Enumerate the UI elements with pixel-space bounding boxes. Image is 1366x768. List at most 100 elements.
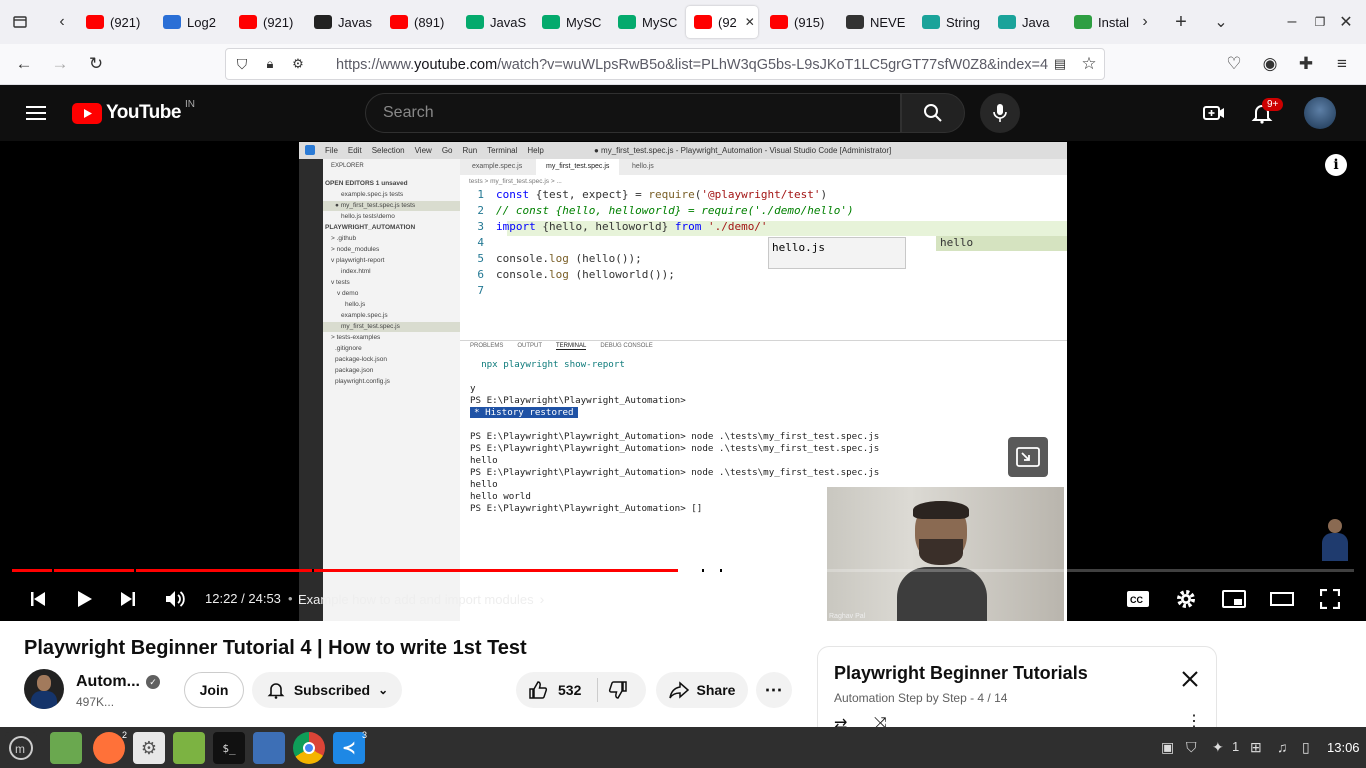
like-count[interactable]: 532 — [558, 682, 581, 698]
miniplayer-toggle-icon[interactable] — [1220, 585, 1248, 613]
files-icon[interactable] — [50, 732, 82, 764]
share-button[interactable]: Share — [656, 672, 748, 708]
browser-tab[interactable]: NEVE — [838, 6, 906, 38]
youtube-icon — [86, 15, 104, 29]
vscode-icon[interactable]: ≺ 3 — [333, 730, 367, 764]
video-details: Playwright Beginner Tutorial 4 | How to … — [0, 621, 1366, 734]
theater-mode-icon[interactable] — [1268, 585, 1296, 613]
mint-menu-icon[interactable]: m — [5, 732, 37, 764]
close-tab-icon[interactable]: ✕ — [745, 15, 755, 29]
chapter-button[interactable]: Example how to add and import modules › — [298, 591, 544, 607]
progress-bar[interactable] — [12, 569, 1354, 572]
list-all-tabs-icon[interactable] — [8, 10, 32, 34]
create-video-icon[interactable] — [1202, 101, 1226, 130]
bookmark-star-icon[interactable]: ☆ — [1077, 52, 1101, 76]
browser-tab-label: (921) — [110, 14, 141, 30]
join-button[interactable]: Join — [184, 672, 244, 708]
more-actions-button[interactable]: ⋯ — [756, 672, 792, 708]
code-editor: 1 const {test, expect} = require('@playwr… — [460, 187, 1067, 337]
previous-video-icon[interactable] — [24, 585, 52, 613]
svg-text:m: m — [15, 742, 25, 756]
clock[interactable]: 13:06 — [1327, 740, 1360, 755]
chrome-icon[interactable] — [293, 732, 325, 764]
lock-icon[interactable]: 🔒︎ — [258, 52, 282, 76]
forward-icon[interactable]: → — [48, 52, 72, 76]
video-player[interactable]: File Edit Selection View Go Run Terminal Help ●… — [0, 141, 1366, 621]
fullscreen-icon[interactable] — [1316, 585, 1344, 613]
search-button[interactable] — [901, 93, 965, 133]
network-icon[interactable]: ⊞ — [1250, 739, 1262, 756]
browser-tab[interactable]: MySC — [534, 6, 602, 38]
browser-tab[interactable]: Javas — [306, 6, 374, 38]
browser-tab[interactable]: Instal — [1066, 6, 1134, 38]
battery-icon[interactable]: ▯ — [1302, 739, 1310, 756]
vscode-window-title: ● my_first_test.spec.js - Playwright_Aut… — [594, 146, 892, 155]
browser-tab[interactable]: (921) — [78, 6, 146, 38]
maximize-icon[interactable]: ❐ — [1308, 10, 1332, 34]
permissions-icon[interactable]: ⚙ — [286, 52, 310, 76]
screenshot-icon[interactable] — [253, 732, 285, 764]
close-window-icon[interactable]: ✕ — [1334, 10, 1358, 34]
player-controls: 12:22 / 24:53 • Example how to add and i… — [0, 577, 1366, 621]
pocket-icon[interactable]: ♡ — [1222, 52, 1246, 76]
exit-miniplayer-button[interactable] — [1008, 437, 1048, 477]
back-icon[interactable]: ← — [12, 52, 36, 76]
security-shield-icon[interactable]: ⛉ — [1186, 739, 1197, 756]
next-video-icon[interactable] — [114, 585, 142, 613]
close-playlist-icon[interactable] — [1180, 669, 1200, 694]
new-tab-icon[interactable]: + — [1169, 10, 1193, 34]
app-badge: 3 — [361, 730, 367, 740]
browser-tab[interactable]: Java — [990, 6, 1058, 38]
play-icon[interactable] — [70, 585, 98, 613]
vscode-menu-item: Selection — [371, 146, 405, 155]
update-icon[interactable]: ✦ — [1212, 739, 1224, 756]
settings-icon[interactable]: ⚙ — [133, 732, 165, 764]
scroll-tabs-left-icon[interactable]: ‹ — [50, 10, 74, 34]
code-line: 2// const {hello, helloworld} = require(… — [477, 204, 854, 217]
scroll-tabs-right-icon[interactable]: › — [1133, 10, 1157, 34]
browser-tab[interactable]: (921) — [231, 6, 299, 38]
volume-icon[interactable] — [161, 585, 189, 613]
thumbs-up-icon[interactable] — [528, 680, 548, 700]
reader-view-icon[interactable]: ▤ — [1048, 52, 1072, 76]
channel-watermark[interactable] — [1318, 517, 1354, 563]
clipboard-icon[interactable]: ▣ — [1161, 739, 1174, 756]
browser-tab[interactable]: String — [914, 6, 982, 38]
terminal-icon[interactable]: $_ — [213, 732, 245, 764]
info-icon[interactable]: i — [1325, 154, 1347, 176]
browser-tab[interactable]: (891) — [382, 6, 450, 38]
url-bar[interactable]: ⛉ 🔒︎ ⚙ https://www.youtube.com/watch?v=w… — [225, 48, 1105, 80]
account-icon[interactable]: ◉ — [1258, 52, 1282, 76]
sound-icon[interactable]: ♫ — [1277, 739, 1288, 755]
autocomplete-preview: hello — [936, 236, 1067, 251]
extensions-icon[interactable]: ✚ — [1294, 52, 1318, 76]
voice-search-button[interactable] — [980, 93, 1020, 133]
settings-gear-icon[interactable] — [1172, 585, 1200, 613]
minimize-icon[interactable]: – — [1280, 10, 1304, 34]
browser-tab[interactable]: (915) — [762, 6, 830, 38]
folder-icon[interactable] — [173, 732, 205, 764]
chevron-down-icon[interactable]: ⌄ — [1209, 10, 1233, 34]
shield-icon[interactable]: ⛉ — [230, 52, 254, 76]
menu-icon[interactable]: ≡ — [1330, 52, 1354, 76]
browser-tab[interactable]: (92 ✕ — [686, 6, 758, 38]
vscode-editor-tab: hello.js — [632, 163, 654, 170]
browser-tab[interactable]: Log2 — [155, 6, 223, 38]
code-line: 5 console.log (hello()); — [477, 252, 642, 265]
code-line: 7 — [477, 284, 484, 297]
captions-icon[interactable]: CC — [1124, 585, 1152, 613]
reload-icon[interactable]: ↻ — [84, 52, 108, 76]
thumbs-down-icon[interactable] — [608, 680, 628, 700]
firefox-icon[interactable]: 2 — [93, 730, 127, 764]
github-icon — [314, 15, 332, 29]
playlist-title[interactable]: Playwright Beginner Tutorials — [834, 663, 1088, 684]
youtube-logo[interactable]: YouTube IN — [72, 99, 195, 124]
search-input[interactable]: Search — [365, 93, 901, 133]
browser-tab[interactable]: JavaS — [458, 6, 526, 38]
channel-avatar[interactable] — [24, 669, 64, 709]
user-avatar[interactable] — [1304, 97, 1336, 129]
subscribed-button[interactable]: Subscribed ⌄ — [252, 672, 402, 708]
browser-tab[interactable]: MySC — [610, 6, 678, 38]
hamburger-menu-icon[interactable] — [24, 101, 48, 125]
channel-name[interactable]: Autom... — [76, 673, 140, 691]
